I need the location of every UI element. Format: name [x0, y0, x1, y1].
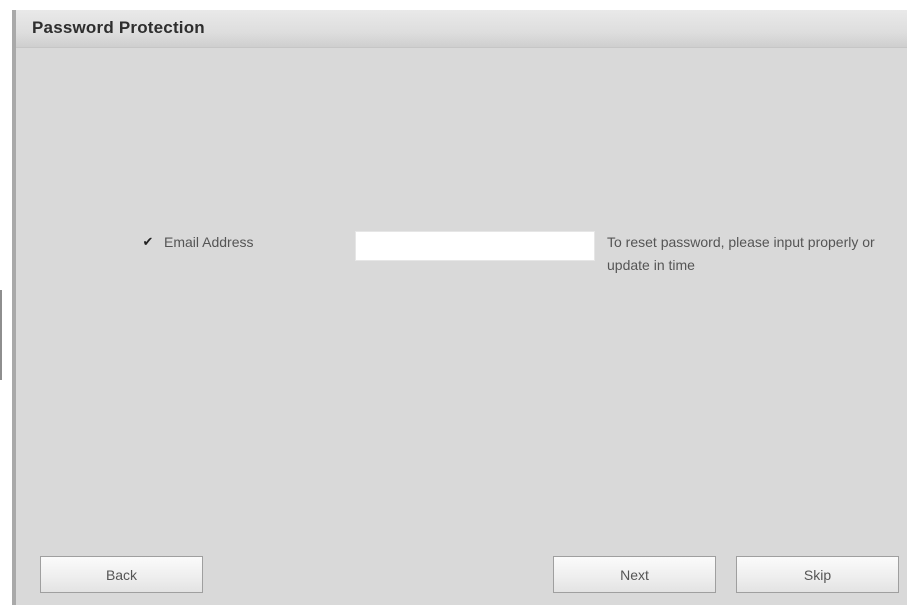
email-address-label: Email Address	[164, 234, 254, 250]
dialog-footer: Back Next Skip	[16, 545, 907, 605]
dialog-title-bar: Password Protection	[16, 10, 907, 48]
back-button[interactable]: Back	[40, 556, 203, 593]
window-edge-shadow	[0, 290, 2, 380]
dialog-content: ✔ Email Address To reset password, pleas…	[16, 48, 907, 545]
email-address-input[interactable]	[355, 231, 595, 261]
email-checkbox[interactable]: ✔	[142, 234, 154, 249]
password-protection-dialog: Password Protection ✔ Email Address To r…	[12, 10, 907, 605]
email-reset-hint: To reset password, please input properly…	[607, 234, 875, 273]
email-address-option[interactable]: ✔ Email Address	[142, 234, 254, 250]
dialog-title: Password Protection	[32, 18, 205, 37]
next-button[interactable]: Next	[553, 556, 716, 593]
skip-button[interactable]: Skip	[736, 556, 899, 593]
